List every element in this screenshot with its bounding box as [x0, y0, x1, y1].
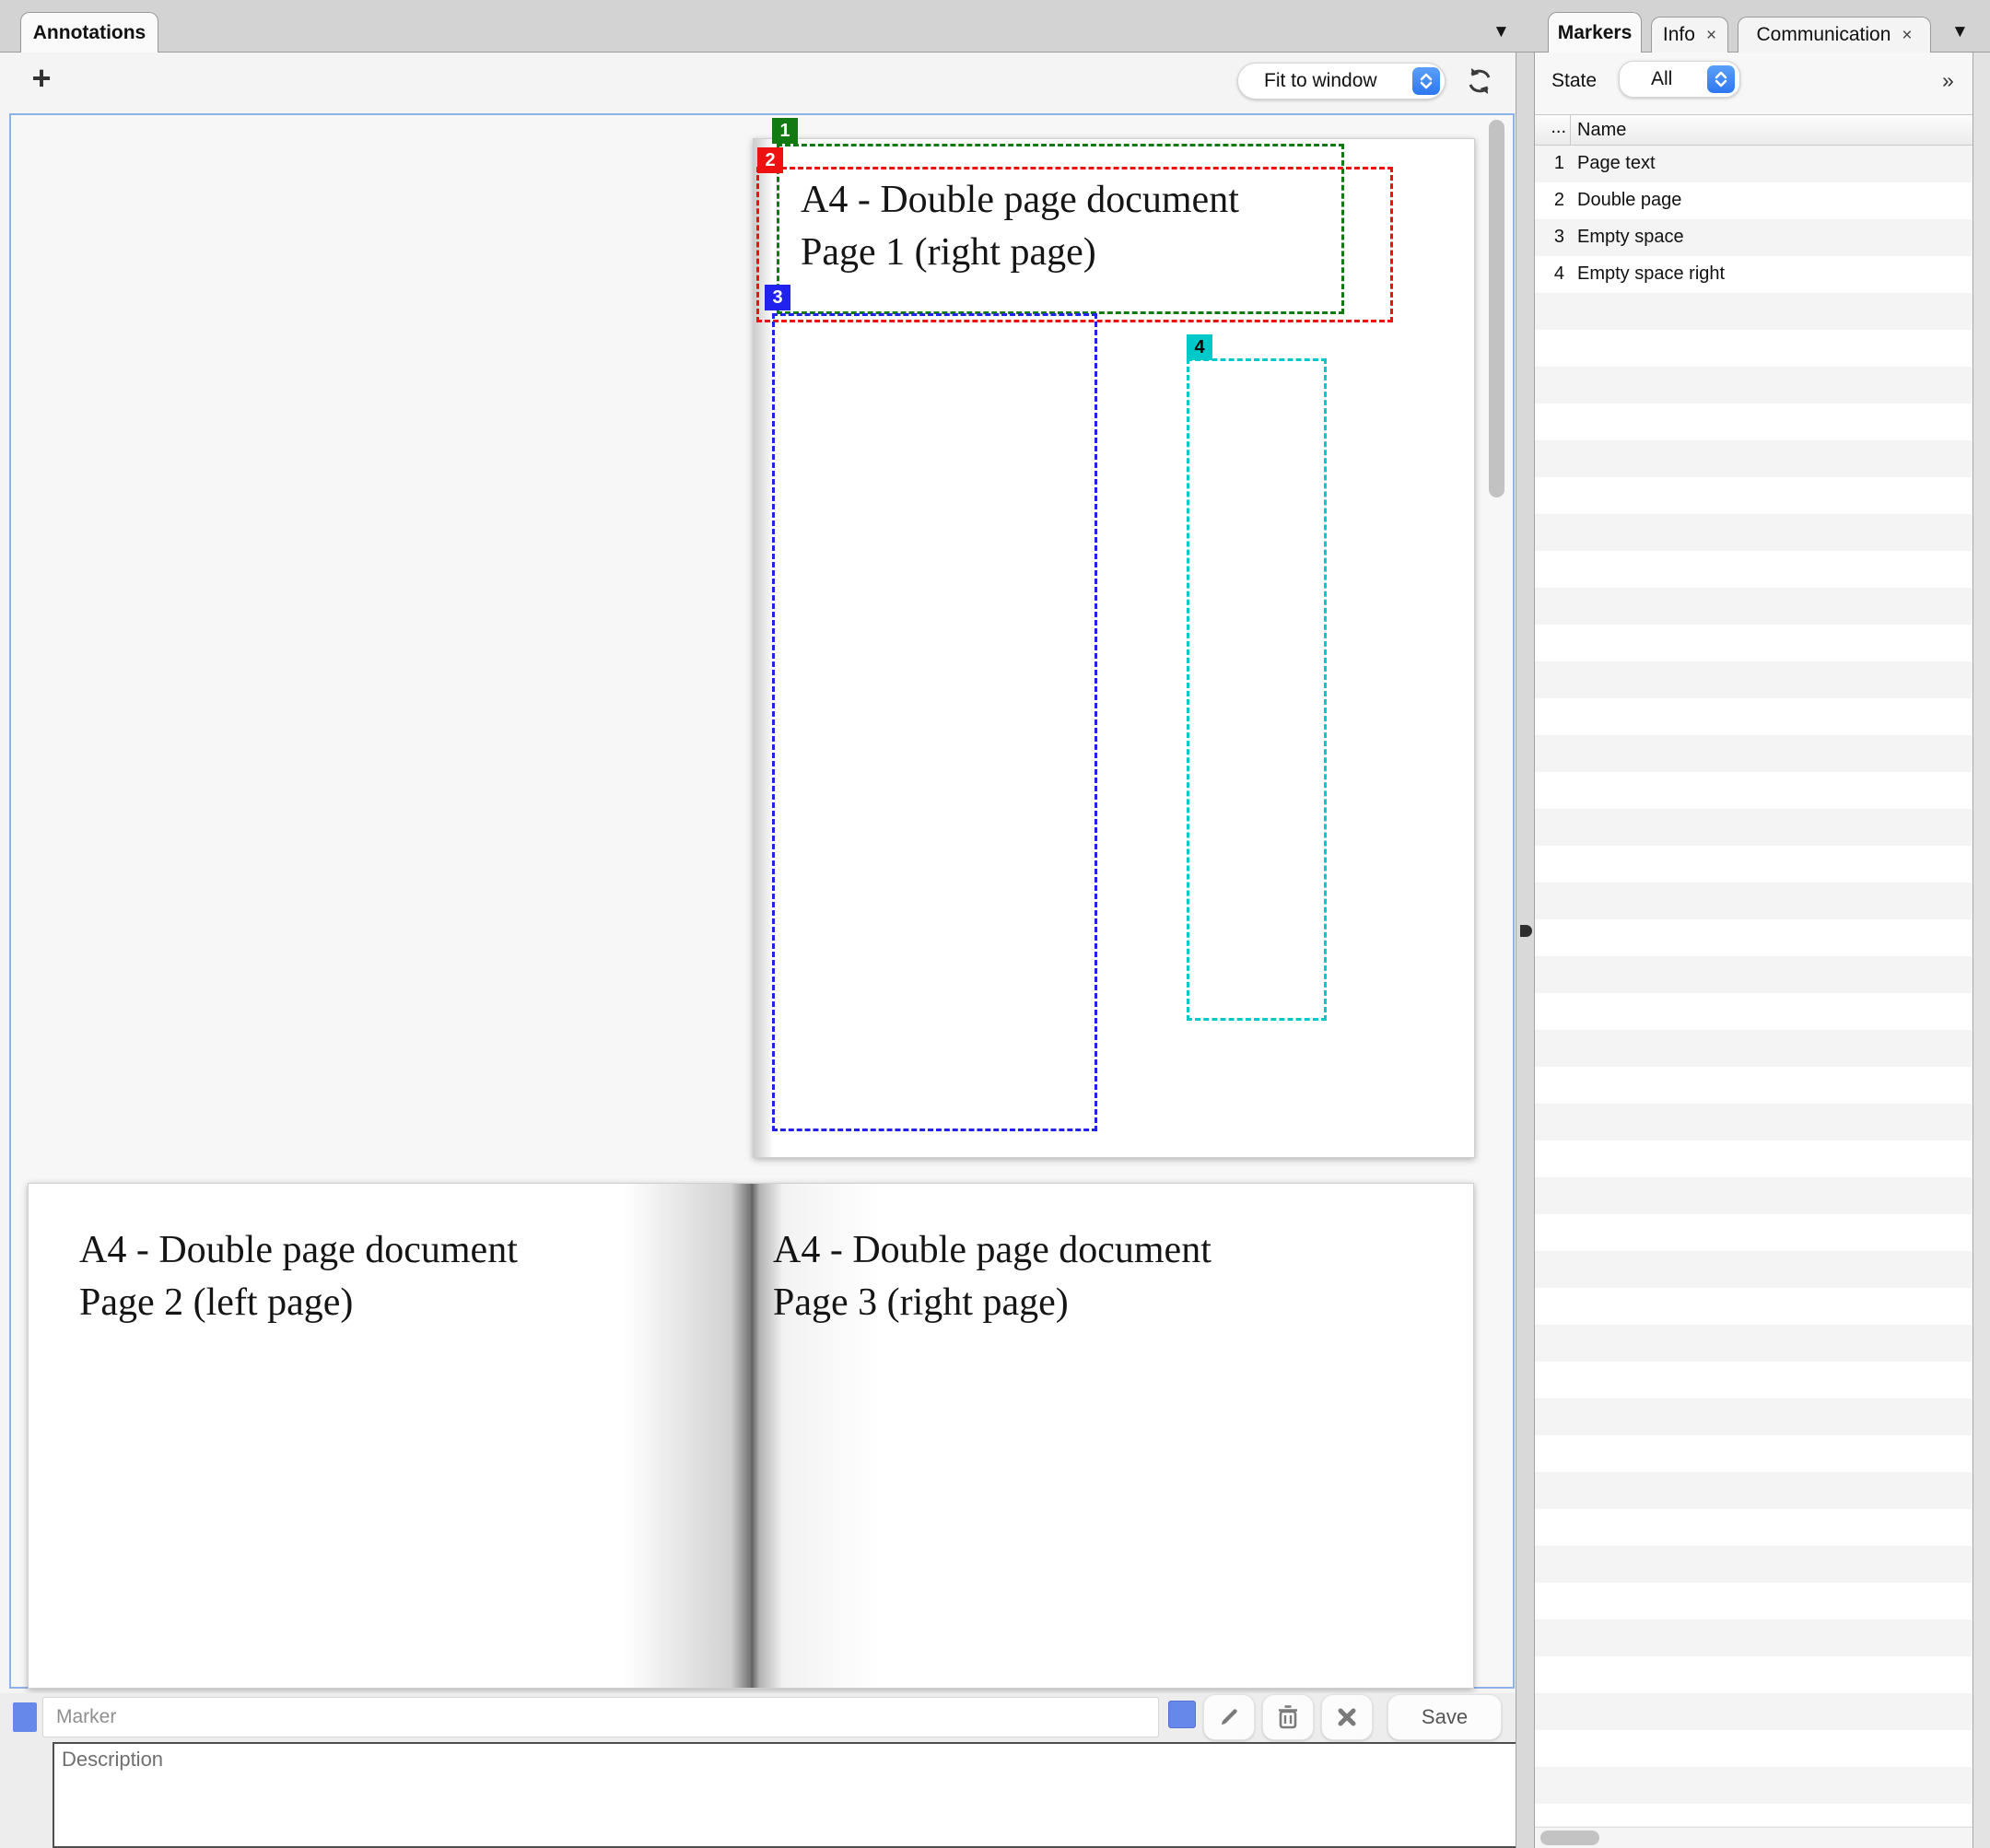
document-spread-pages-2-3: A4 - Double page document Page 2 (left p…	[28, 1183, 1474, 1689]
annotation-label-3[interactable]: 3	[765, 285, 790, 310]
trash-icon	[1276, 1704, 1300, 1730]
tab-communication-label: Communication	[1756, 24, 1890, 46]
save-button[interactable]: Save	[1387, 1694, 1502, 1740]
close-x-icon	[1335, 1705, 1359, 1729]
tab-markers-label: Markers	[1558, 22, 1633, 44]
description-textarea[interactable]	[53, 1742, 1517, 1848]
annotation-box-2[interactable]: 2	[756, 167, 1393, 322]
state-select-stepper-icon	[1707, 65, 1735, 93]
marker-row-name: Empty space	[1577, 227, 1684, 248]
add-annotation-button[interactable]: +	[24, 61, 59, 96]
pencil-icon	[1216, 1704, 1242, 1730]
marker-row-number: 2	[1535, 190, 1564, 211]
annotation-label-4[interactable]: 4	[1187, 334, 1212, 360]
tab-annotations[interactable]: Annotations	[20, 12, 158, 53]
tab-info[interactable]: Info ×	[1651, 17, 1728, 53]
save-button-label: Save	[1422, 1705, 1468, 1729]
tab-info-close-icon[interactable]: ×	[1706, 27, 1716, 44]
edit-button[interactable]	[1203, 1694, 1255, 1740]
marker-row-name: Empty space right	[1577, 263, 1725, 285]
right-panel-horizontal-scrollbar[interactable]	[1535, 1827, 1972, 1848]
left-panel-menu-icon[interactable]: ▼	[1492, 22, 1510, 42]
marker-color-picker-button[interactable]	[1168, 1701, 1196, 1728]
more-options-chevron[interactable]: »	[1942, 68, 1954, 93]
state-label: State	[1551, 70, 1597, 92]
marker-color-swatch[interactable]	[13, 1702, 37, 1732]
marker-row-2[interactable]: 2 Double page	[1535, 182, 1972, 219]
annotation-label-1[interactable]: 1	[772, 118, 798, 144]
annotation-box-3[interactable]: 3	[772, 313, 1097, 1131]
cancel-button[interactable]	[1321, 1694, 1373, 1740]
right-panel-horizontal-scrollbar-thumb[interactable]	[1540, 1830, 1599, 1845]
splitter-grip-icon[interactable]	[1520, 925, 1532, 937]
column-separator	[1570, 114, 1571, 146]
state-select[interactable]: All	[1619, 61, 1740, 98]
refresh-icon[interactable]	[1463, 64, 1496, 98]
marker-name-input[interactable]	[42, 1697, 1159, 1737]
marker-list-stripes	[1535, 146, 1972, 1826]
marker-row-name: Double page	[1577, 190, 1681, 211]
column-header-dots[interactable]: ...	[1546, 117, 1566, 138]
marker-row-number: 4	[1535, 263, 1564, 285]
tab-communication[interactable]: Communication ×	[1738, 17, 1931, 53]
annotation-tool-window: Annotations ▼ + Fit to window A4 - Doubl…	[0, 0, 1990, 1848]
viewer-vertical-scrollbar[interactable]	[1489, 120, 1504, 497]
marker-row-number: 1	[1535, 153, 1564, 174]
marker-row-1[interactable]: 1 Page text	[1535, 146, 1972, 182]
delete-button[interactable]	[1262, 1694, 1314, 1740]
tab-markers[interactable]: Markers	[1548, 12, 1642, 53]
annotation-label-2[interactable]: 2	[757, 147, 783, 173]
panel-splitter[interactable]	[1516, 53, 1535, 1848]
right-panel-menu-icon[interactable]: ▼	[1951, 22, 1969, 42]
marker-row-number: 3	[1535, 227, 1564, 248]
state-select-value: All	[1651, 68, 1672, 90]
zoom-select-value: Fit to window	[1264, 70, 1377, 92]
right-panel-scrollbar-track[interactable]	[1972, 53, 1990, 1848]
tab-communication-close-icon[interactable]: ×	[1902, 27, 1912, 44]
tab-info-label: Info	[1663, 24, 1695, 46]
page-2-text: A4 - Double page document Page 2 (left p…	[79, 1224, 518, 1329]
tab-annotations-label: Annotations	[33, 22, 146, 44]
marker-row-3[interactable]: 3 Empty space	[1535, 219, 1972, 256]
marker-row-4[interactable]: 4 Empty space right	[1535, 256, 1972, 293]
zoom-select-stepper-icon	[1412, 67, 1440, 95]
marker-row-name: Page text	[1577, 153, 1656, 174]
annotation-box-4[interactable]: 4	[1187, 358, 1327, 1021]
zoom-select[interactable]: Fit to window	[1237, 63, 1446, 99]
column-header-name[interactable]: Name	[1577, 120, 1626, 141]
page-3-text: A4 - Double page document Page 3 (right …	[773, 1224, 1212, 1329]
